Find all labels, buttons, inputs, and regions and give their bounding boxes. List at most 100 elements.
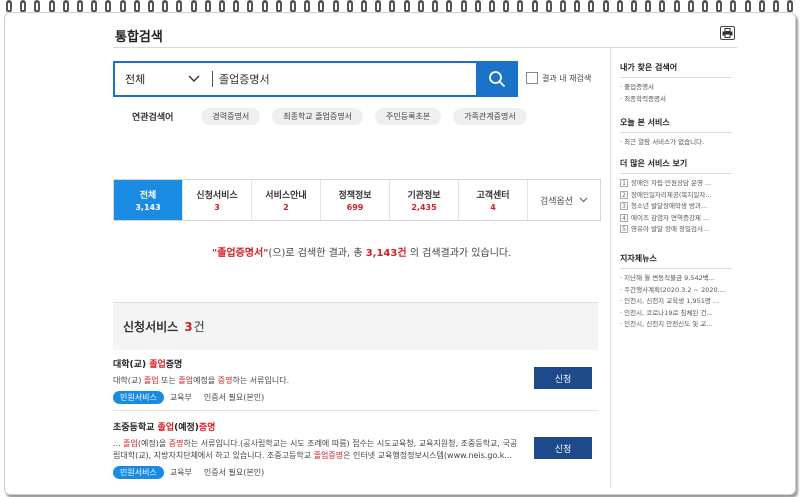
summary-text: 의 검색결과가 있습니다.	[406, 248, 512, 259]
sidebar-more-services: 더 많은 서비스 보기 1 장애인 자립·민원상담 운영 ... 2 장애인일자리제…	[620, 158, 732, 236]
service-link[interactable]: 4 에이즈 감염자 면역증강제 ...	[620, 213, 732, 225]
search-box: 전체	[113, 61, 518, 97]
sidebar-heading: 내가 찾은 검색어	[620, 63, 678, 72]
result-org: 교육부	[169, 393, 192, 402]
my-search-item[interactable]: · 최종학력증명서	[620, 94, 732, 106]
desc-highlight: 증명	[217, 376, 233, 385]
result-description: 대학(교) 졸업 또는 졸업예정을 증명하는 서류입니다.	[113, 375, 523, 387]
result-meta: 민원서비스 교육부 인증서 필요(본인)	[113, 466, 598, 479]
title-text: 대학(교)	[113, 360, 150, 370]
service-link[interactable]: 1 장애인 자립·민원상담 운영 ...	[620, 178, 732, 190]
service-link[interactable]: 3 청소년 발달장애학생 방과...	[620, 201, 732, 213]
result-description: ... 졸업(예정)을 증명하는 서류입니다.(공사립학교는 시도 조례에 따름…	[113, 438, 523, 462]
tab-count: 3	[214, 203, 220, 212]
service-type-badge: 민원서비스	[113, 391, 164, 404]
desc-text: (예정)을	[137, 439, 169, 448]
tab-count: 4	[490, 203, 496, 212]
desc-highlight: 졸업	[178, 376, 194, 385]
title-highlight: 졸업	[149, 360, 166, 370]
result-meta: 민원서비스 교육부 인증서 필요(본인)	[113, 391, 598, 404]
tab-agency-info[interactable]: 기관정보 2,435	[390, 180, 459, 220]
desc-text: 예정을	[193, 376, 218, 385]
result-title[interactable]: 초중등학교 졸업(예정)증명	[113, 420, 598, 433]
section-count: 3	[184, 319, 193, 334]
related-keyword-chip[interactable]: 가족관계증명서	[453, 108, 527, 125]
tab-customer-center[interactable]: 고객센터 4	[459, 180, 528, 220]
tab-policy-info[interactable]: 정책정보 699	[321, 180, 390, 220]
tab-application-services[interactable]: 신청서비스 3	[183, 180, 252, 220]
news-link[interactable]: · 인천시, 코로나19로 침체된 건...	[620, 308, 732, 320]
tab-label: 기관정보	[407, 191, 441, 201]
result-auth: 인증서 필요(본인)	[203, 468, 265, 477]
related-keyword-chip[interactable]: 경력증명서	[201, 108, 261, 125]
search-category-select[interactable]: 전체	[115, 63, 210, 95]
desc-text: 또는	[158, 376, 179, 385]
search-input[interactable]	[213, 63, 476, 95]
title-text: (예정)	[174, 423, 199, 433]
search-within-checkbox[interactable]	[526, 72, 538, 84]
search-options-dropdown[interactable]: 검색옵션	[528, 180, 600, 220]
result-item: 초중등학교 졸업(예정)증명 ... 졸업(예정)을 증명하는 서류입니다.(공…	[113, 420, 598, 479]
section-header: 신청서비스 3 건	[113, 302, 598, 350]
tab-count: 699	[346, 203, 364, 212]
desc-text: ...	[113, 439, 124, 448]
tab-count: 2	[283, 203, 289, 212]
desc-highlight: 졸업증명	[313, 451, 344, 460]
recently-viewed-empty: · 최근 열람 서비스가 없습니다.	[620, 138, 705, 146]
summary-count: 3,143건	[365, 248, 407, 259]
tab-all[interactable]: 전체 3,143	[114, 180, 183, 220]
apply-button[interactable]: 신청	[534, 367, 592, 389]
result-title[interactable]: 대학(교) 졸업증명	[113, 357, 598, 370]
tab-label: 고객센터	[476, 191, 510, 201]
desc-text: 대학(교)	[113, 376, 144, 385]
service-link[interactable]: 5 영유아 발달 장애 정밀검사...	[620, 224, 732, 236]
sidebar-heading: 더 많은 서비스 보기	[620, 159, 688, 168]
summary-keyword: "졸업증명서"	[212, 248, 269, 259]
news-link[interactable]: · 주간행사계획(2020.3.2 ~ 2020....	[620, 285, 732, 297]
search-button[interactable]	[476, 61, 518, 97]
section-unit: 건	[193, 320, 205, 334]
related-keywords: 연관검색어 경력증명서 최종학교 졸업증명서 주민등록초본 가족관계증명서	[132, 108, 539, 125]
search-result-summary: "졸업증명서"(으)로 검색한 결과, 총 3,143건 의 검색결과가 있습니…	[212, 244, 511, 259]
service-link[interactable]: 2 장애인일자리제공(복지일자...	[620, 190, 732, 202]
print-button[interactable]	[720, 26, 735, 40]
my-search-item[interactable]: · 졸업증명서	[620, 82, 732, 94]
page-title: 통합검색	[115, 30, 163, 45]
search-category-value: 전체	[125, 73, 146, 86]
search-options-label: 검색옵션	[539, 196, 574, 207]
search-within-results-toggle[interactable]: 결과 내 재검색	[526, 72, 591, 84]
tab-service-guide[interactable]: 서비스안내 2	[252, 180, 321, 220]
result-auth: 인증서 필요(본인)	[203, 393, 265, 402]
chevron-down-icon	[579, 197, 588, 203]
tab-label: 정책정보	[338, 191, 372, 201]
desc-highlight: 졸업	[143, 376, 159, 385]
result-category-tabs: 전체 3,143 신청서비스 3 서비스안내 2 정책정보 699 기관정보 2…	[113, 179, 601, 221]
related-keywords-label: 연관검색어	[132, 113, 174, 123]
tab-label: 서비스안내	[265, 191, 307, 201]
desc-text: 은 인터넷 교육행정정보시스템(www.neis.go.k...	[343, 451, 513, 460]
result-org: 교육부	[169, 468, 192, 477]
tab-label: 신청서비스	[196, 191, 238, 201]
chevron-down-icon	[188, 75, 200, 82]
sidebar-divider	[610, 48, 611, 488]
sidebar-recently-viewed: 오늘 본 서비스 · 최근 열람 서비스가 없습니다.	[620, 117, 732, 149]
title-divider	[113, 47, 737, 48]
apply-button[interactable]: 신청	[534, 437, 592, 459]
tab-count: 3,143	[135, 203, 161, 212]
sidebar-heading: 오늘 본 서비스	[620, 118, 670, 127]
title-text: 초중등학교	[113, 423, 158, 433]
news-link[interactable]: · 지난해 월 변동직불금 9,542백...	[620, 273, 732, 285]
result-divider	[113, 410, 598, 411]
section-title: 신청서비스	[123, 320, 179, 334]
summary-text: (으)로 검색한 결과, 총	[268, 248, 366, 259]
news-link[interactable]: · 인천시, 신천지 안전신도 및 교...	[620, 319, 732, 331]
search-within-label: 결과 내 재검색	[542, 73, 592, 83]
news-link[interactable]: · 인천시, 신천지 교육생 1,951명 ...	[620, 296, 732, 308]
title-highlight: 증명	[198, 423, 216, 433]
related-keyword-chip[interactable]: 주민등록초본	[375, 108, 442, 125]
service-type-badge: 민원서비스	[113, 466, 164, 479]
printer-icon	[722, 28, 733, 38]
result-item: 대학(교) 졸업증명 대학(교) 졸업 또는 졸업예정을 증명하는 서류입니다.…	[113, 357, 598, 404]
related-keyword-chip[interactable]: 최종학교 졸업증명서	[272, 108, 364, 125]
sidebar-heading: 지자체뉴스	[620, 254, 657, 263]
